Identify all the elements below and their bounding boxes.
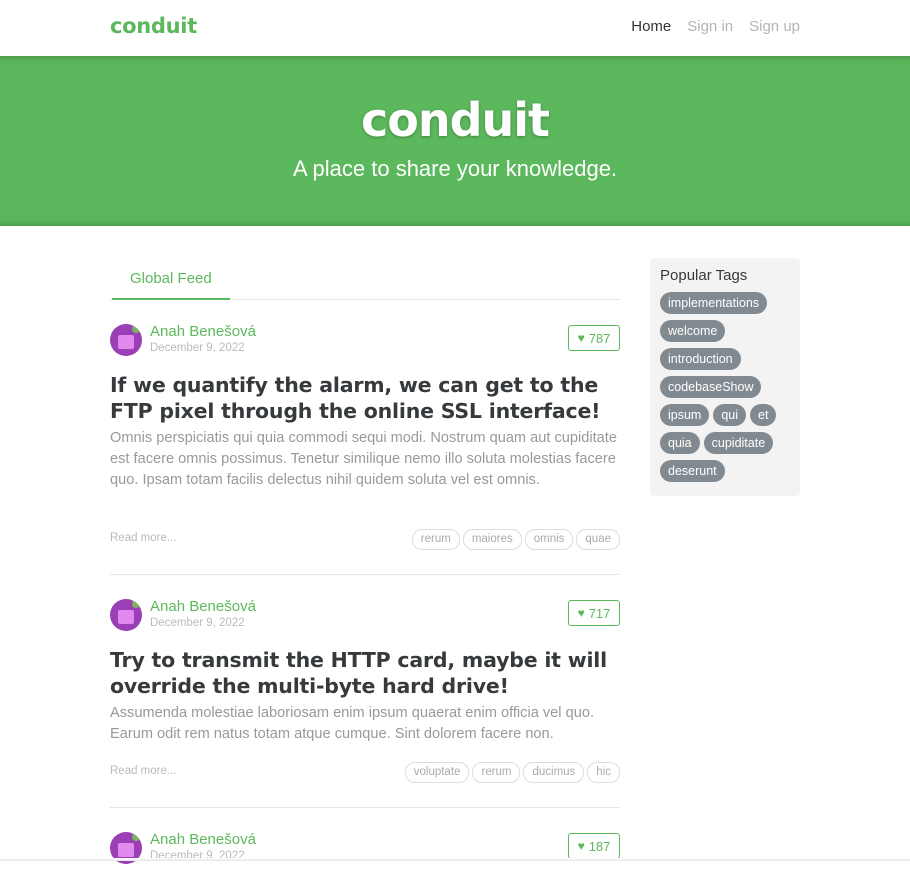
read-more-link[interactable]: Read more... — [110, 765, 176, 777]
heart-icon: ♥ — [577, 839, 585, 853]
author-link[interactable]: Anah Benešová — [150, 598, 256, 615]
article-description: Assumenda molestiae laboriosam enim ipsu… — [110, 705, 595, 742]
favorite-count: 187 — [588, 838, 611, 854]
article-tag[interactable]: rerum — [472, 762, 521, 783]
tag-cloud: implementations welcome introduction cod… — [660, 292, 790, 482]
tag-pill[interactable]: codebaseShow — [660, 376, 762, 398]
article-feed: Global Feed Anah Benešová December 9, 20… — [110, 258, 620, 872]
nav-sign-in-link[interactable]: Sign in — [687, 18, 733, 35]
author-avatar[interactable] — [110, 599, 142, 631]
article-tag[interactable]: quae — [576, 529, 620, 550]
nav-sign-up-link[interactable]: Sign up — [749, 18, 800, 35]
favorite-button[interactable]: ♥ 787 — [568, 325, 620, 351]
article-date: December 9, 2022 — [150, 617, 245, 629]
navbar: conduit Home Sign in Sign up — [0, 0, 910, 56]
article-preview: Anah Benešová December 9, 2022 ♥ 787 If … — [110, 300, 620, 575]
article-title[interactable]: Try to transmit the HTTP card, maybe it … — [110, 647, 620, 699]
article-tag[interactable]: rerum — [411, 529, 460, 550]
read-more-link[interactable]: Read more... — [110, 532, 176, 544]
author-avatar[interactable] — [110, 324, 142, 356]
nav-home-link[interactable]: Home — [631, 18, 671, 35]
favorite-button[interactable]: ♥ 717 — [568, 600, 620, 626]
article-preview: Anah Benešová December 9, 2022 ♥ 717 Try… — [110, 575, 620, 808]
article-tag[interactable]: ducimus — [523, 762, 585, 783]
article-description: Omnis perspiciatis qui quia commodi sequ… — [110, 430, 617, 488]
tag-pill[interactable]: qui — [713, 404, 747, 426]
tag-pill[interactable]: introduction — [660, 348, 741, 370]
heart-icon: ♥ — [577, 331, 585, 345]
hero-banner: conduit A place to share your knowledge. — [0, 56, 910, 226]
author-link[interactable]: Anah Benešová — [150, 831, 256, 848]
author-link[interactable]: Anah Benešová — [150, 323, 256, 340]
article-tag[interactable]: hic — [587, 762, 620, 783]
article-date: December 9, 2022 — [150, 342, 245, 354]
favorite-button[interactable]: ♥ 187 — [568, 833, 620, 859]
article-meta: Anah Benešová December 9, 2022 ♥ 187 — [110, 831, 620, 872]
article-meta: Anah Benešová December 9, 2022 ♥ 787 — [110, 323, 620, 364]
tab-global-feed[interactable]: Global Feed — [112, 258, 230, 300]
tag-pill[interactable]: quia — [660, 432, 700, 454]
feed-tabs: Global Feed — [110, 258, 620, 300]
article-tag-list: voluptate rerum ducimus hic — [404, 762, 620, 783]
article-tag[interactable]: voluptate — [404, 762, 470, 783]
popular-tags-sidebar: Popular Tags implementations welcome int… — [650, 258, 800, 496]
article-tag-list: rerum maiores omnis quae — [411, 529, 620, 550]
tag-pill[interactable]: et — [750, 404, 777, 426]
tag-pill[interactable]: ipsum — [660, 404, 710, 426]
favorite-count: 787 — [588, 330, 611, 346]
article-meta: Anah Benešová December 9, 2022 ♥ 717 — [110, 598, 620, 639]
article-tag[interactable]: maiores — [462, 529, 522, 550]
favorite-count: 717 — [588, 605, 611, 621]
tag-pill[interactable]: implementations — [660, 292, 768, 314]
tag-pill[interactable]: deserunt — [660, 460, 725, 482]
heart-icon: ♥ — [577, 606, 585, 620]
sidebar-title: Popular Tags — [660, 267, 748, 284]
banner-subtitle: A place to share your knowledge. — [292, 156, 618, 181]
brand-logo[interactable]: conduit — [110, 14, 197, 38]
banner-title: conduit — [360, 93, 550, 147]
tag-pill[interactable]: welcome — [660, 320, 726, 342]
article-tag[interactable]: omnis — [524, 529, 574, 550]
article-preview: Anah Benešová December 9, 2022 ♥ 187 — [110, 808, 620, 872]
nav-links: Home Sign in Sign up — [631, 18, 800, 35]
article-title[interactable]: If we quantify the alarm, we can get to … — [110, 372, 620, 424]
tag-pill[interactable]: cupiditate — [703, 432, 774, 454]
